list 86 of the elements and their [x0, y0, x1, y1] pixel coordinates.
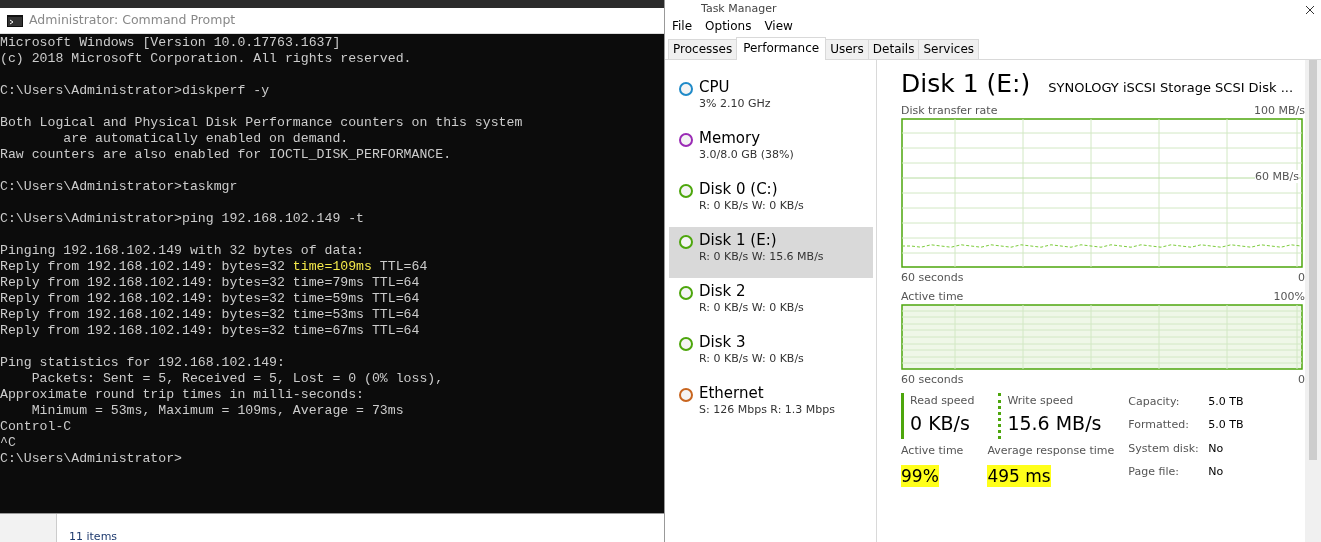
- item-name: Disk 2: [699, 281, 747, 301]
- console-line: Microsoft Windows [Version 10.0.17763.1637]: [0, 35, 341, 51]
- stat-value: 495 ms: [987, 464, 1051, 487]
- console-line: Raw counters are also enabled for IOCTL_DISK_PERFORMANCE.: [0, 147, 452, 163]
- console-line: Packets: Sent = 5, Received = 5, Lost = 0 (0% loss),: [30, 371, 444, 387]
- console-icon: [7, 14, 23, 27]
- stat-label: Read speed: [910, 393, 975, 409]
- item-name: Disk 0 (C:): [699, 179, 779, 199]
- tab[interactable]: Processes: [668, 39, 738, 59]
- console-line: are automatically enabled on demand.: [62, 131, 349, 147]
- item-detail: S: 126 Mbps R: 1.3 Mbps: [699, 403, 836, 417]
- console-line: ^C: [0, 435, 16, 451]
- item-detail: R: 0 KB/s W: 15.6 MB/s: [699, 250, 824, 264]
- scrollbar[interactable]: [1305, 60, 1321, 542]
- chart-scale-label: 0: [1298, 271, 1305, 285]
- item-detail: 3.0/8.0 GB (38%): [699, 148, 794, 162]
- console-line: (c) 2018 Microsoft Corporation. All rights reserved.: [0, 51, 412, 67]
- sidebar-item[interactable]: Memory 3.0/8.0 GB (38%): [669, 125, 873, 176]
- window-title: Task Manager: [701, 3, 777, 14]
- navigation-pane: [0, 514, 57, 542]
- console-line: Pinging 192.168.102.149 with 32 bytes of data:: [0, 243, 365, 259]
- sidebar-item[interactable]: Disk 1 (E:) R: 0 KB/s W: 15.6 MB/s: [669, 227, 873, 278]
- console-line: C:\Users\Administrator>taskmgr: [0, 179, 238, 195]
- window-title: Administrator: Command Prompt: [29, 11, 236, 30]
- item-detail: R: 0 KB/s W: 0 KB/s: [699, 352, 804, 366]
- tab[interactable]: Performance: [736, 37, 827, 60]
- property-label: System disk:: [1128, 440, 1200, 457]
- item-name: Disk 1 (E:): [699, 230, 778, 250]
- console-line: C:\Users\Administrator>ping 192.168.102.149 -t: [0, 211, 365, 227]
- console-line: C:\Users\Administrator>diskperf -y: [0, 83, 270, 99]
- stat-value: 15.6 MB/s: [1007, 410, 1102, 436]
- property-value: No: [1208, 464, 1225, 481]
- item-detail: R: 0 KB/s W: 0 KB/s: [699, 199, 804, 213]
- graph-key-line: [901, 393, 904, 439]
- property-label: Page file:: [1128, 464, 1180, 481]
- sidebar-item[interactable]: Ethernet S: 126 Mbps R: 1.3 Mbps: [669, 380, 873, 431]
- console-line: Approximate round trip times in milli-seconds:: [0, 387, 365, 403]
- console-line: Control-C: [0, 419, 72, 435]
- item-detail: 3% 2.10 GHz: [699, 97, 771, 111]
- property-label: Capacity:: [1128, 394, 1181, 410]
- item-detail: R: 0 KB/s W: 0 KB/s: [699, 301, 804, 315]
- stat-value: 99%: [901, 464, 939, 487]
- close-icon[interactable]: [1305, 6, 1315, 14]
- tab[interactable]: Users: [825, 39, 869, 59]
- graph-key-line: [998, 393, 1002, 439]
- console-line: Both Logical and Physical Disk Performance counters on this system: [0, 115, 523, 131]
- stat-label: Write speed: [1007, 393, 1075, 409]
- console-line: Reply from 192.168.102.149: bytes=32 time=109ms TTL=64: [0, 259, 428, 275]
- chart-scale-label: 0: [1298, 373, 1305, 387]
- console-line: Reply from 192.168.102.149: bytes=32 time=59ms TTL=64: [0, 291, 420, 307]
- item-name: Disk 3: [699, 332, 747, 352]
- item-name: Memory: [699, 128, 761, 148]
- status-text: 11 items: [68, 529, 118, 542]
- sidebar-item[interactable]: Disk 3 R: 0 KB/s W: 0 KB/s: [669, 329, 873, 380]
- chart-label: Active time: [901, 290, 964, 304]
- console-line: C:\Users\Administrator>: [0, 451, 183, 467]
- console-line: Reply from 192.168.102.149: bytes=32 time=53ms TTL=64: [0, 307, 420, 323]
- console-line: Ping statistics for 192.168.102.149:: [0, 355, 285, 371]
- sidebar-item[interactable]: Disk 2 R: 0 KB/s W: 0 KB/s: [669, 278, 873, 329]
- sidebar-item[interactable]: Disk 0 (C:) R: 0 KB/s W: 0 KB/s: [669, 176, 873, 227]
- menu-item[interactable]: File: [672, 17, 693, 36]
- item-name: CPU: [699, 77, 731, 97]
- property-value: No: [1208, 440, 1225, 457]
- chart-label: 60 seconds: [901, 271, 964, 285]
- chart-label: 60 seconds: [901, 373, 964, 387]
- chart-scale-label: 60 MB/s: [1255, 170, 1299, 183]
- console-line: Reply from 192.168.102.149: bytes=32 time=79ms TTL=64: [0, 275, 420, 291]
- stat-label: Average response time: [987, 443, 1115, 459]
- disk-model: SYNOLOGY iSCSI Storage SCSI Disk ...: [1048, 79, 1294, 97]
- console-line: Minimum = 53ms, Maximum = 109ms, Average = 73ms: [30, 403, 404, 419]
- property-label: Formatted:: [1128, 417, 1190, 434]
- chart-label: Disk transfer rate: [901, 104, 998, 118]
- property-value: 5.0 TB: [1208, 417, 1244, 434]
- menu-item[interactable]: View: [764, 17, 793, 36]
- property-value: 5.0 TB: [1208, 394, 1244, 410]
- disk-title: Disk 1 (E:): [901, 68, 1031, 100]
- chart-scale-label: 100%: [1273, 290, 1305, 304]
- console-line: Reply from 192.168.102.149: bytes=32 time=67ms TTL=64: [0, 323, 420, 339]
- chart-scale-label: 100 MB/s: [1254, 104, 1305, 118]
- tab[interactable]: Details: [867, 39, 920, 59]
- stat-label: Active time: [901, 443, 964, 459]
- stat-value: 0 KB/s: [910, 410, 971, 436]
- menu-item[interactable]: Options: [705, 17, 752, 36]
- tab[interactable]: Services: [918, 39, 980, 59]
- item-name: Ethernet: [699, 383, 765, 403]
- sidebar-item[interactable]: CPU 3% 2.10 GHz: [669, 74, 873, 125]
